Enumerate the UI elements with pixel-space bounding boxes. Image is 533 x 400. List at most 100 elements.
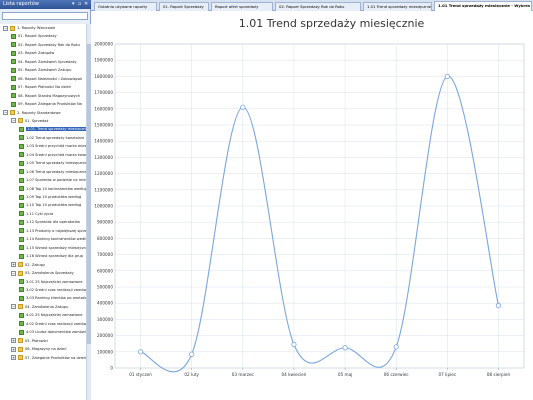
y-tick-label: 1200000 xyxy=(94,171,113,176)
y-tick-label: 500000 xyxy=(97,285,113,290)
tree-item[interactable]: +05. Płatności xyxy=(11,337,48,345)
tree-item[interactable]: 4.01 25 Najczęściej zamawiane xyxy=(19,311,82,319)
tree-item-label: 02. Zakupy xyxy=(25,262,46,267)
tab[interactable]: 1.01 Trend sprzedaży miesięcznie xyxy=(363,2,432,11)
tree-item[interactable]: +06. Magazyny na dzień xyxy=(11,345,66,353)
folder-icon xyxy=(18,338,23,344)
tree-item-label: 1.06 Trend sprzedaży miesięcznie xyxy=(26,169,87,174)
tree-item-label: 1.14 Ranking kontrahentów według xyxy=(26,237,90,242)
y-tick-label: 1100000 xyxy=(94,187,113,192)
report-icon xyxy=(11,93,16,99)
tab[interactable]: Ostatnio używane raporty xyxy=(94,2,157,11)
expand-icon[interactable]: + xyxy=(11,346,16,352)
trend-chart: 1.01 Trend sprzedaży miesięcznie 0 100000 2… xyxy=(94,17,525,377)
data-point xyxy=(495,303,502,309)
tree-item[interactable]: 05. Raport Zamówień Zakupu xyxy=(11,66,71,74)
x-tick-label: 06 czerwiec xyxy=(384,372,410,377)
tree-item[interactable]: +02. Zakupy xyxy=(11,261,45,269)
tree-item[interactable]: 08. Raport Stanów Magazynowych xyxy=(11,92,80,100)
tab[interactable]: 01. Raport Sprzedaży xyxy=(159,2,209,11)
tree-item-label: 02. Raport Sprzedaży Rok do Roku xyxy=(18,42,80,47)
tree-item[interactable]: 03. Raport Zakupów xyxy=(11,49,54,57)
x-tick-label: 07 lipiec xyxy=(438,372,456,377)
panel-close-icon[interactable]: ✕ xyxy=(84,1,88,8)
tree-item[interactable]: 1.14 Ranking kontrahentów według xyxy=(19,235,90,243)
tree-item[interactable]: 1.09 Top 10 produktów według xyxy=(19,193,81,201)
tree-item-label: 1.03 Średni przychód marża miesięcznie xyxy=(26,144,91,149)
tree-item[interactable]: +07. Zaleganie Produktów na dzień xyxy=(11,354,86,362)
tree-item-label: 04. Raport Zamówień Sprzedaży xyxy=(18,59,77,64)
tree-item[interactable]: 3.01 25 Najczęściej zamawiane xyxy=(19,278,82,286)
tree-item-label: 1. Raporty Wzorcowe xyxy=(17,26,56,30)
report-icon xyxy=(19,126,24,132)
tree-item[interactable]: − 03. Zamówienia Sprzedaży xyxy=(11,269,74,277)
tree-item-label: 4.01 25 Najczęściej zamawiane xyxy=(26,313,83,318)
report-search-input[interactable] xyxy=(2,12,88,20)
collapse-icon[interactable]: − xyxy=(3,25,8,31)
tree-item-label: 03. Raport Zakupów xyxy=(18,51,55,56)
tree-item[interactable]: 1.01. Trend sprzedaży miesięcznie xyxy=(19,125,90,133)
report-icon xyxy=(19,253,24,259)
panel-dropdown-icon[interactable]: ▾ xyxy=(72,1,75,8)
y-tick-label: 200000 xyxy=(97,333,113,338)
report-icon xyxy=(19,194,24,200)
report-icon xyxy=(19,279,24,284)
tree-item[interactable]: 1.03 Średni przychód marża miesięcznie xyxy=(19,142,91,150)
tree-item-label: 06. Raport Należności i Zobowiązań xyxy=(18,76,83,81)
folder-icon xyxy=(10,110,15,115)
tab[interactable]: 02. Raport Sprzedaży Rok do Roku xyxy=(275,2,361,11)
data-point xyxy=(342,345,348,351)
tree-item[interactable]: 1.08 Top 10 kontrahentów według xyxy=(19,185,87,193)
data-point xyxy=(137,349,144,355)
tree-item[interactable]: − 04. Zamówienia Zakupu xyxy=(11,303,68,311)
report-icon xyxy=(19,211,24,217)
data-point xyxy=(291,341,297,348)
tree-item[interactable]: 07. Raport Płatności Na dzień xyxy=(11,83,71,91)
tree-item[interactable]: − 1. Raporty Wzorcowe xyxy=(3,24,55,32)
tree-item[interactable]: 1.07 Sprzedaż w podziale na miesiące xyxy=(19,176,91,184)
tree-item[interactable]: 1.16 Wzrost sprzedaży dla grup xyxy=(19,252,83,260)
tree-item[interactable]: 1.02 Trend sprzedaży kwartalnie xyxy=(19,134,84,142)
tree-item[interactable]: 02. Raport Sprzedaży Rok do Roku xyxy=(11,41,80,49)
tree-item[interactable]: 3.02 Średni czas realizacji zamówień xyxy=(19,286,91,294)
tree-item[interactable]: 1.12 Sprzedaż dla operatorów xyxy=(19,218,80,226)
tree-item-label: 1.10 Top 10 produktów według xyxy=(26,203,82,208)
tree-item[interactable]: − 01. Sprzedaż xyxy=(11,117,48,125)
tree-item[interactable]: 1.13 Produkty o największej sprzedaży xyxy=(19,227,91,235)
collapse-icon[interactable]: − xyxy=(11,304,16,310)
expand-icon[interactable]: + xyxy=(11,355,16,361)
expand-icon[interactable]: + xyxy=(11,262,16,268)
document-tabs: Ostatnio używane raporty 01. Raport Sprze… xyxy=(91,0,533,11)
chart-title: 1.01 Trend sprzedaży miesięcznie xyxy=(239,17,425,30)
y-tick-label: 800000 xyxy=(97,236,113,241)
collapse-icon[interactable]: − xyxy=(11,118,16,124)
tab[interactable]: Raport ofert sprzedaży xyxy=(211,2,273,11)
report-icon xyxy=(11,59,16,65)
tree-item[interactable]: 1.11 Cykl życia xyxy=(19,210,53,218)
folder-icon xyxy=(18,304,23,310)
tree-item[interactable]: 1.04 Średni przychód marża kwartalnie xyxy=(19,151,91,159)
y-tick-label: 1400000 xyxy=(94,139,113,144)
tree-item[interactable]: 1.10 Top 10 produktów według xyxy=(19,201,81,209)
tree-item[interactable]: 1.05 Trend sprzedaży miesięcznie xyxy=(19,159,87,167)
tree-item[interactable]: 1.06 Trend sprzedaży miesięcznie xyxy=(19,168,87,176)
tree-item[interactable]: 4.03 Liczba dokumentów zamówień xyxy=(19,328,90,336)
collapse-icon[interactable]: − xyxy=(11,270,16,276)
panel-pin-icon[interactable]: ▫ xyxy=(78,1,81,8)
tab[interactable]: 1.01 Trend sprzedaży miesięcznie - Wykre… xyxy=(434,1,532,11)
tree-item[interactable]: − 2. Raporty Standardowe xyxy=(3,109,61,117)
report-icon xyxy=(19,219,24,225)
tree-item[interactable]: 09. Raport Zalegania Produktów Na xyxy=(11,100,82,108)
tree-item[interactable]: 1.15 Wzrost sprzedaży miesięcznie xyxy=(19,244,89,252)
tree-item[interactable]: 04. Raport Zamówień Sprzedaży xyxy=(11,58,77,66)
y-tick-label: 1800000 xyxy=(94,74,113,79)
tree-item[interactable]: 01. Raport Sprzedaży xyxy=(11,32,57,40)
report-icon xyxy=(19,169,24,175)
tree-item-label: 3.03 Ranking klientów po wartości xyxy=(26,296,88,301)
collapse-icon[interactable]: − xyxy=(3,110,8,115)
tree-item[interactable]: 3.03 Ranking klientów po wartości xyxy=(19,294,88,302)
expand-icon[interactable]: + xyxy=(11,338,16,344)
tree-item[interactable]: 4.02 Średni czas realizacji zamówień xyxy=(19,320,91,328)
panel-header: Lista raportów ▾ ▫ ✕ xyxy=(0,0,91,9)
tree-item[interactable]: 06. Raport Należności i Zobowiązań xyxy=(11,75,82,83)
